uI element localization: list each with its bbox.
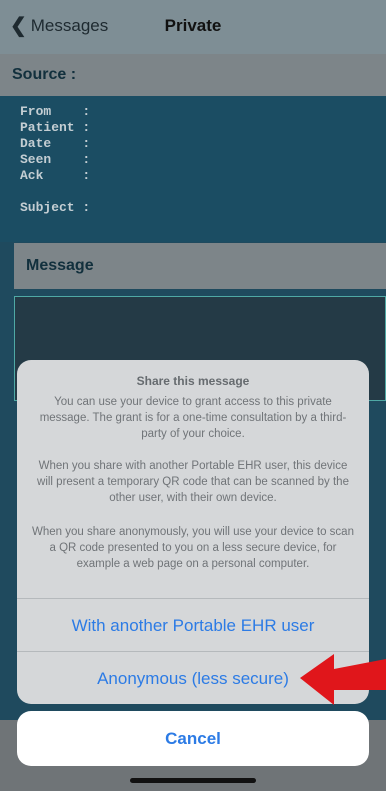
field-from: From :	[20, 104, 91, 119]
sheet-paragraph-3: When you share anonymously, you will use…	[32, 526, 354, 570]
home-indicator[interactable]	[130, 778, 256, 783]
sheet-paragraph-1: You can use your device to grant access …	[39, 396, 347, 440]
field-patient: Patient :	[20, 120, 91, 135]
red-arrow-icon	[300, 654, 386, 705]
field-subject: Subject :	[20, 200, 91, 215]
field-seen: Seen :	[20, 152, 91, 167]
share-with-user-button[interactable]: With another Portable EHR user	[17, 601, 369, 651]
sheet-title: Share this message	[136, 374, 250, 388]
source-header: Source :	[0, 54, 386, 96]
field-date: Date :	[20, 136, 91, 151]
sheet-paragraph-2: When you share with another Portable EHR…	[37, 460, 349, 504]
nav-bar: ❮ Messages Private	[0, 0, 386, 56]
message-header: Message	[14, 243, 386, 289]
field-ack: Ack :	[20, 168, 91, 183]
page-title: Private	[164, 16, 222, 35]
sheet-divider	[17, 598, 369, 599]
